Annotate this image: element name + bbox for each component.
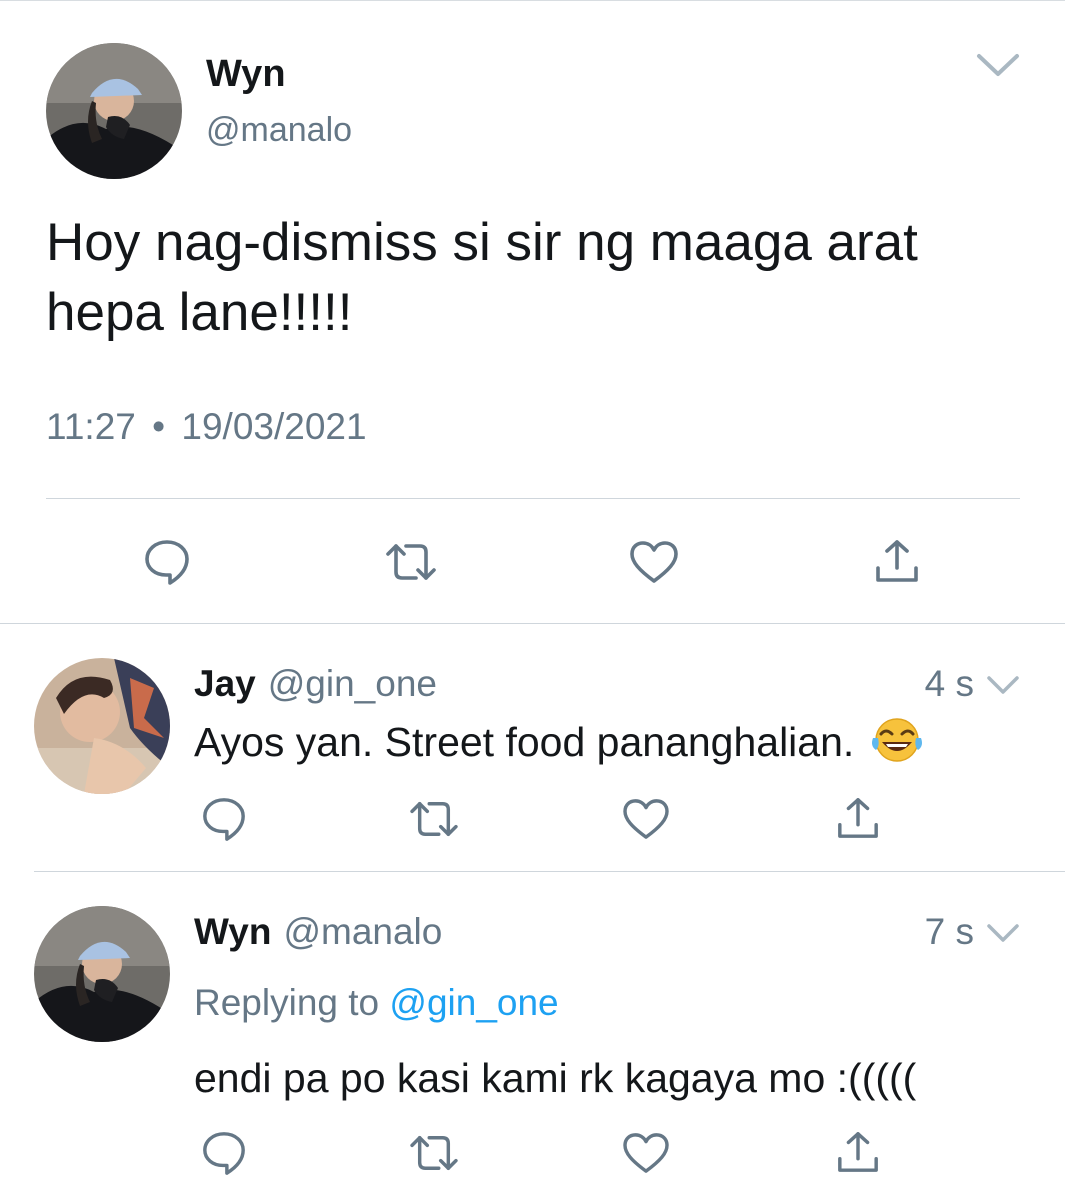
reply-icon[interactable] xyxy=(200,796,248,842)
reply-author-handle[interactable]: @manalo xyxy=(283,911,442,952)
retweet-icon[interactable] xyxy=(408,1132,460,1174)
laughing-emoji-icon xyxy=(870,716,924,764)
avatar-wyn[interactable] xyxy=(46,43,182,179)
chevron-down-icon[interactable] xyxy=(976,52,1020,80)
share-icon[interactable] xyxy=(874,538,920,584)
tweet-time: 11:27 xyxy=(46,406,136,447)
chevron-down-icon[interactable] xyxy=(986,922,1020,944)
heart-icon[interactable] xyxy=(629,540,679,584)
heart-icon[interactable] xyxy=(622,1132,670,1174)
retweet-icon[interactable] xyxy=(408,798,460,840)
tweet-timestamp: 11:27 • 19/03/2021 xyxy=(46,404,367,450)
replying-to: Replying to @gin_one xyxy=(194,980,559,1026)
replying-to-mention[interactable]: @gin_one xyxy=(389,982,558,1023)
avatar-jay[interactable] xyxy=(34,658,170,794)
share-icon[interactable] xyxy=(836,1130,880,1174)
chevron-down-icon[interactable] xyxy=(986,674,1020,696)
main-tweet-divider xyxy=(0,623,1065,624)
tweet-text: Hoy nag-dismiss si sir ng maaga arat hep… xyxy=(46,213,918,342)
author-handle[interactable]: @manalo xyxy=(206,110,352,150)
share-icon[interactable] xyxy=(836,796,880,840)
avatar-image xyxy=(34,658,170,794)
reply-author-name[interactable]: Wyn xyxy=(194,911,271,952)
reply-time: 4 s xyxy=(924,663,974,704)
timestamp-divider xyxy=(46,498,1020,499)
reply-text: endi pa po kasi kami rk kagaya mo :((((( xyxy=(194,1055,917,1101)
author-name[interactable]: Wyn xyxy=(206,52,286,96)
reply-header: Jay @gin_one xyxy=(194,662,894,706)
reply-text: Ayos yan. Street food pananghalian. xyxy=(194,716,1034,768)
reply-divider xyxy=(34,871,1065,872)
retweet-icon[interactable] xyxy=(384,540,438,584)
timestamp-separator: • xyxy=(152,406,166,447)
reply-text-content: Ayos yan. Street food pananghalian. xyxy=(194,719,855,765)
replying-to-label: Replying to xyxy=(194,982,380,1023)
heart-icon[interactable] xyxy=(622,798,670,840)
reply-icon[interactable] xyxy=(142,538,192,586)
reply-author-name[interactable]: Jay xyxy=(194,663,256,704)
reply-time: 7 s xyxy=(924,911,974,952)
reply-icon[interactable] xyxy=(200,1130,248,1176)
top-divider xyxy=(0,0,1065,1)
tweet-date: 19/03/2021 xyxy=(181,406,367,447)
reply-header: Wyn @manalo xyxy=(194,910,894,954)
reply-author-handle[interactable]: @gin_one xyxy=(268,663,437,704)
avatar-wyn[interactable] xyxy=(34,906,170,1042)
avatar-image xyxy=(34,906,170,1042)
avatar-image xyxy=(46,43,182,179)
